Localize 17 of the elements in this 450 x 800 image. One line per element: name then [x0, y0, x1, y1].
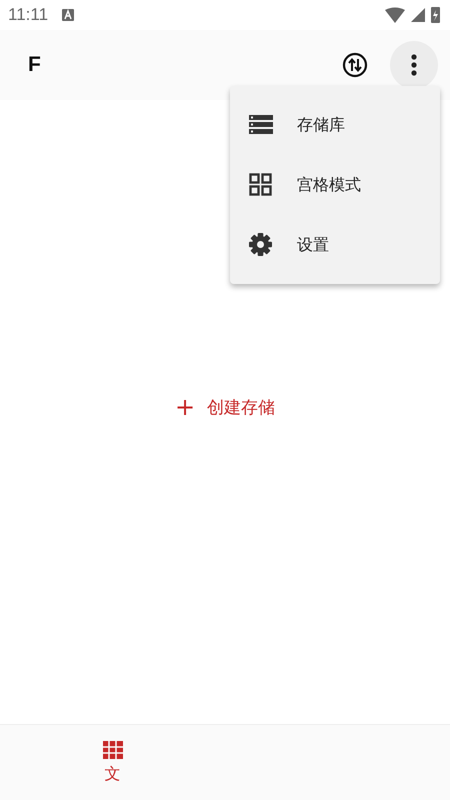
swap-icon: [342, 52, 368, 78]
storage-icon: [248, 113, 274, 137]
grid-icon: [248, 173, 274, 197]
more-button[interactable]: [390, 41, 438, 89]
signal-icon: [411, 8, 425, 22]
status-time: 11:11: [8, 5, 48, 25]
settings-icon: [248, 233, 274, 257]
keyboard-icon: [62, 9, 74, 21]
app-title: F: [28, 53, 42, 77]
files-icon: [102, 740, 124, 760]
more-icon: [411, 54, 417, 76]
menu-item[interactable]: 存储库: [230, 95, 440, 155]
create-storage-button[interactable]: + 创建存储: [166, 389, 284, 425]
battery-icon: [431, 7, 440, 23]
menu-item[interactable]: 设置: [230, 215, 440, 275]
wifi-icon: [385, 7, 405, 23]
menu-item[interactable]: 宫格模式: [230, 155, 440, 215]
